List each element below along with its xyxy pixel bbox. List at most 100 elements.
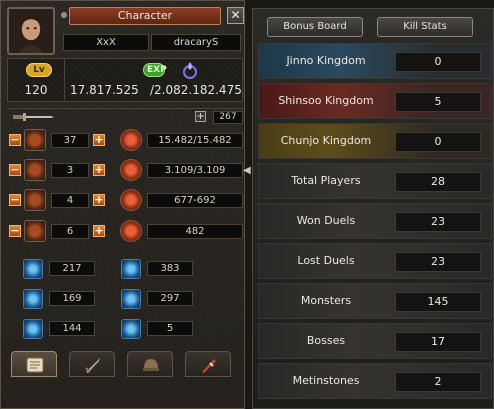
quill-icon	[202, 359, 216, 373]
level-badge-icon: Lv	[26, 63, 52, 77]
vitality-value: 37	[51, 133, 89, 148]
sp-value: 3.109/3.109	[147, 163, 243, 178]
stat-value: 145	[395, 292, 481, 312]
stat-value: 0	[395, 132, 481, 152]
decrease-dexterity-button[interactable]: −	[9, 225, 21, 237]
stat-row-lost-duels: Lost Duels 23	[258, 243, 492, 279]
window-title: Character	[69, 7, 221, 25]
increase-strength-button[interactable]: +	[93, 194, 105, 206]
stat-label: Bosses	[306, 334, 346, 347]
stat-label: Shinsoo Kingdom	[278, 94, 374, 107]
exp-current: 17.817.525	[70, 83, 139, 97]
helmet-icon	[143, 359, 159, 371]
stat-value: 5	[395, 92, 481, 112]
close-button[interactable]: ✕	[227, 7, 244, 24]
account-name: XxX	[63, 34, 149, 51]
dodge-icon	[121, 289, 141, 309]
add-points-button[interactable]: +	[195, 111, 206, 122]
stat-value: 23	[395, 252, 481, 272]
secondary-row-2: 169 297	[23, 289, 233, 309]
stat-row-bosses: Bosses 17	[258, 323, 492, 359]
hp-value: 15.482/15.482	[147, 133, 243, 148]
increase-vitality-button[interactable]: +	[93, 134, 105, 146]
stat-row-chunjo-kingdom: Chunjo Kingdom 0	[258, 123, 492, 159]
stat-row-intelligence: − 3 + 3.109/3.109	[7, 159, 243, 181]
attack-icon	[120, 189, 142, 211]
stat-row-total-players: Total Players 28	[258, 163, 492, 199]
level-value: 120	[24, 83, 48, 97]
stat-row-metinstones: Metinstones 2	[258, 363, 492, 399]
stat-row-monsters: Monsters 145	[258, 283, 492, 319]
dexterity-value: 6	[51, 224, 89, 239]
secondary-row-1: 217 383	[23, 259, 233, 279]
stat-row-shinsoo-kingdom: Shinsoo Kingdom 5	[258, 83, 492, 119]
stat-row-vitality: − 37 + 15.482/15.482	[7, 129, 243, 151]
divider	[64, 59, 65, 101]
stat-value: 23	[395, 212, 481, 232]
magic-defense-value: 383	[147, 261, 193, 276]
character-name: dracaryS	[151, 34, 241, 51]
magic-attack-value: 217	[49, 261, 95, 276]
strength-value: 4	[51, 193, 89, 208]
character-portrait	[7, 7, 55, 55]
secondary-row-3: 144 5	[23, 319, 233, 339]
exp-orb-icon	[183, 62, 197, 79]
move-speed-value: 144	[49, 321, 95, 336]
sword-icon	[85, 358, 100, 373]
dexterity-icon	[24, 220, 46, 242]
stat-value: 0	[395, 52, 481, 72]
decrease-intelligence-button[interactable]: −	[9, 164, 21, 176]
stat-label: Jinno Kingdom	[286, 54, 366, 67]
increase-intelligence-button[interactable]: +	[93, 164, 105, 176]
tab-emotions[interactable]	[127, 351, 173, 377]
title-ornament	[61, 12, 67, 18]
tab-bonus-board[interactable]: Bonus Board	[267, 17, 363, 37]
defense-value: 482	[147, 224, 243, 239]
decrease-strength-button[interactable]: −	[9, 194, 21, 206]
stat-row-dexterity: − 6 + 482	[7, 220, 243, 242]
stat-row-strength: − 4 + 677-692	[7, 189, 243, 211]
kill-stats-window: Bonus Board Kill Stats Jinno Kingdom 0 S…	[252, 8, 494, 409]
hourglass-icon	[23, 319, 43, 339]
strength-icon	[24, 189, 46, 211]
cast-speed-icon	[121, 319, 141, 339]
magic-attack-icon	[23, 259, 43, 279]
divider	[7, 108, 243, 109]
tab-quests[interactable]	[185, 351, 231, 377]
tab-kill-stats[interactable]: Kill Stats	[377, 17, 473, 37]
level-exp-box: Lv EXP 120 17.817.525 /2.082.182.475	[7, 58, 243, 102]
stat-label: Chunjo Kingdom	[280, 134, 372, 147]
stat-value: 28	[395, 172, 481, 192]
intelligence-value: 3	[51, 163, 89, 178]
shield-icon	[120, 220, 142, 242]
stat-value: 2	[395, 372, 481, 392]
increase-dexterity-button[interactable]: +	[93, 225, 105, 237]
cast-speed-value: 5	[147, 321, 193, 336]
stat-label: Won Duels	[296, 214, 356, 227]
exp-badge-icon: EXP	[143, 63, 167, 77]
decrease-vitality-button[interactable]: −	[9, 134, 21, 146]
stat-row-jinno-kingdom: Jinno Kingdom 0	[258, 43, 492, 79]
exp-needed: /2.082.182.475	[150, 83, 242, 97]
collapse-arrow-icon[interactable]: ◀	[243, 164, 251, 178]
tab-status[interactable]	[11, 351, 57, 377]
stat-points-value: 267	[213, 111, 243, 124]
attack-speed-value: 169	[49, 291, 95, 306]
magic-defense-icon	[121, 259, 141, 279]
stat-label: Metinstones	[292, 374, 360, 387]
stat-label: Total Players	[291, 174, 361, 187]
character-window: Character ✕ XxX dracaryS Lv EXP 120 17.8…	[0, 0, 245, 409]
intelligence-icon	[24, 159, 46, 181]
stat-value: 17	[395, 332, 481, 352]
mana-orb-icon	[120, 159, 142, 181]
stat-row-won-duels: Won Duels 23	[258, 203, 492, 239]
attack-speed-icon	[23, 289, 43, 309]
stat-label: Lost Duels	[297, 254, 355, 267]
stat-label: Monsters	[300, 294, 352, 307]
scroll-icon	[26, 357, 44, 373]
tab-skills[interactable]	[69, 351, 115, 377]
sword-icon	[13, 113, 54, 121]
attack-value: 677-692	[147, 193, 243, 208]
heart-icon	[120, 129, 142, 151]
vitality-icon	[24, 129, 46, 151]
